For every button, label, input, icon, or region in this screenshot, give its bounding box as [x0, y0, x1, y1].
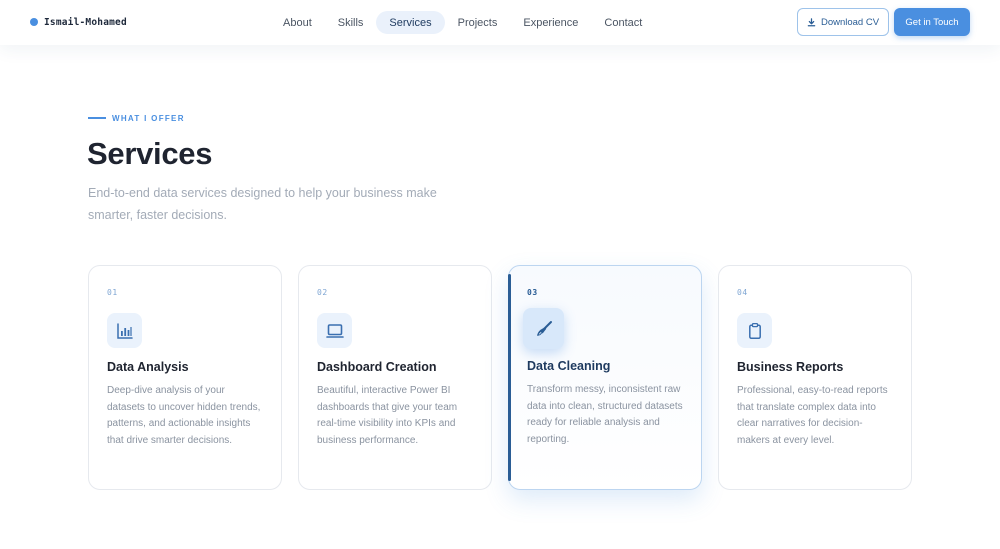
- brand-dot-icon: [30, 18, 38, 26]
- service-card-data-cleaning[interactable]: 03 Data Cleaning Transform messy, incons…: [507, 265, 702, 490]
- monitor-icon: [317, 313, 352, 348]
- section-title: Services: [87, 136, 213, 171]
- nav-link-experience[interactable]: Experience: [510, 11, 591, 34]
- card-description: Transform messy, inconsistent raw data i…: [527, 384, 683, 445]
- service-card-dashboard-creation[interactable]: 02 Dashboard Creation Beautiful, interac…: [298, 265, 492, 490]
- eyebrow-line: [88, 117, 106, 119]
- brand-logo[interactable]: Ismail-Mohamed: [30, 16, 127, 28]
- card-number: 01: [107, 288, 118, 297]
- clipboard-icon: [737, 313, 772, 348]
- navbar: Ismail-Mohamed About Skills Services Pro…: [0, 0, 1000, 45]
- card-title: Business Reports: [737, 360, 844, 374]
- card-description: Professional, easy-to-read reports that …: [737, 385, 888, 446]
- service-card-data-analysis[interactable]: 01 Data Analysis Deep-dive analysis of y…: [88, 265, 282, 490]
- nav-link-skills[interactable]: Skills: [325, 11, 377, 34]
- card-description: Beautiful, interactive Power BI dashboar…: [317, 385, 458, 446]
- brand-name: Ismail-Mohamed: [44, 16, 127, 28]
- card-number: 03: [527, 288, 538, 297]
- nav-link-projects[interactable]: Projects: [445, 11, 511, 34]
- card-number: 04: [737, 288, 748, 297]
- download-cv-label: Download CV: [820, 16, 880, 28]
- card-number: 02: [317, 288, 328, 297]
- section-subtitle: End-to-end data services designed to hel…: [88, 186, 437, 222]
- bar-chart-icon: [107, 313, 142, 348]
- nav-link-about[interactable]: About: [270, 11, 325, 34]
- eyebrow-text: WHAT I OFFER: [112, 113, 185, 123]
- service-card-business-reports[interactable]: 04 Business Reports Professional, easy-t…: [718, 265, 912, 490]
- get-in-touch-label: Get in Touch: [905, 16, 959, 28]
- nav-link-services[interactable]: Services: [376, 11, 445, 34]
- download-cv-button[interactable]: Download CV: [797, 8, 889, 36]
- card-title: Dashboard Creation: [317, 360, 437, 374]
- broom-icon: [523, 308, 564, 349]
- card-description: Deep-dive analysis of your datasets to u…: [107, 385, 261, 446]
- card-title: Data Cleaning: [527, 359, 611, 373]
- section-eyebrow: WHAT I OFFER: [88, 112, 185, 124]
- get-in-touch-button[interactable]: Get in Touch: [894, 8, 970, 36]
- download-icon: [807, 17, 816, 26]
- nav-link-contact[interactable]: Contact: [591, 11, 655, 34]
- nav-links: About Skills Services Projects Experienc…: [270, 11, 655, 34]
- card-title: Data Analysis: [107, 360, 189, 374]
